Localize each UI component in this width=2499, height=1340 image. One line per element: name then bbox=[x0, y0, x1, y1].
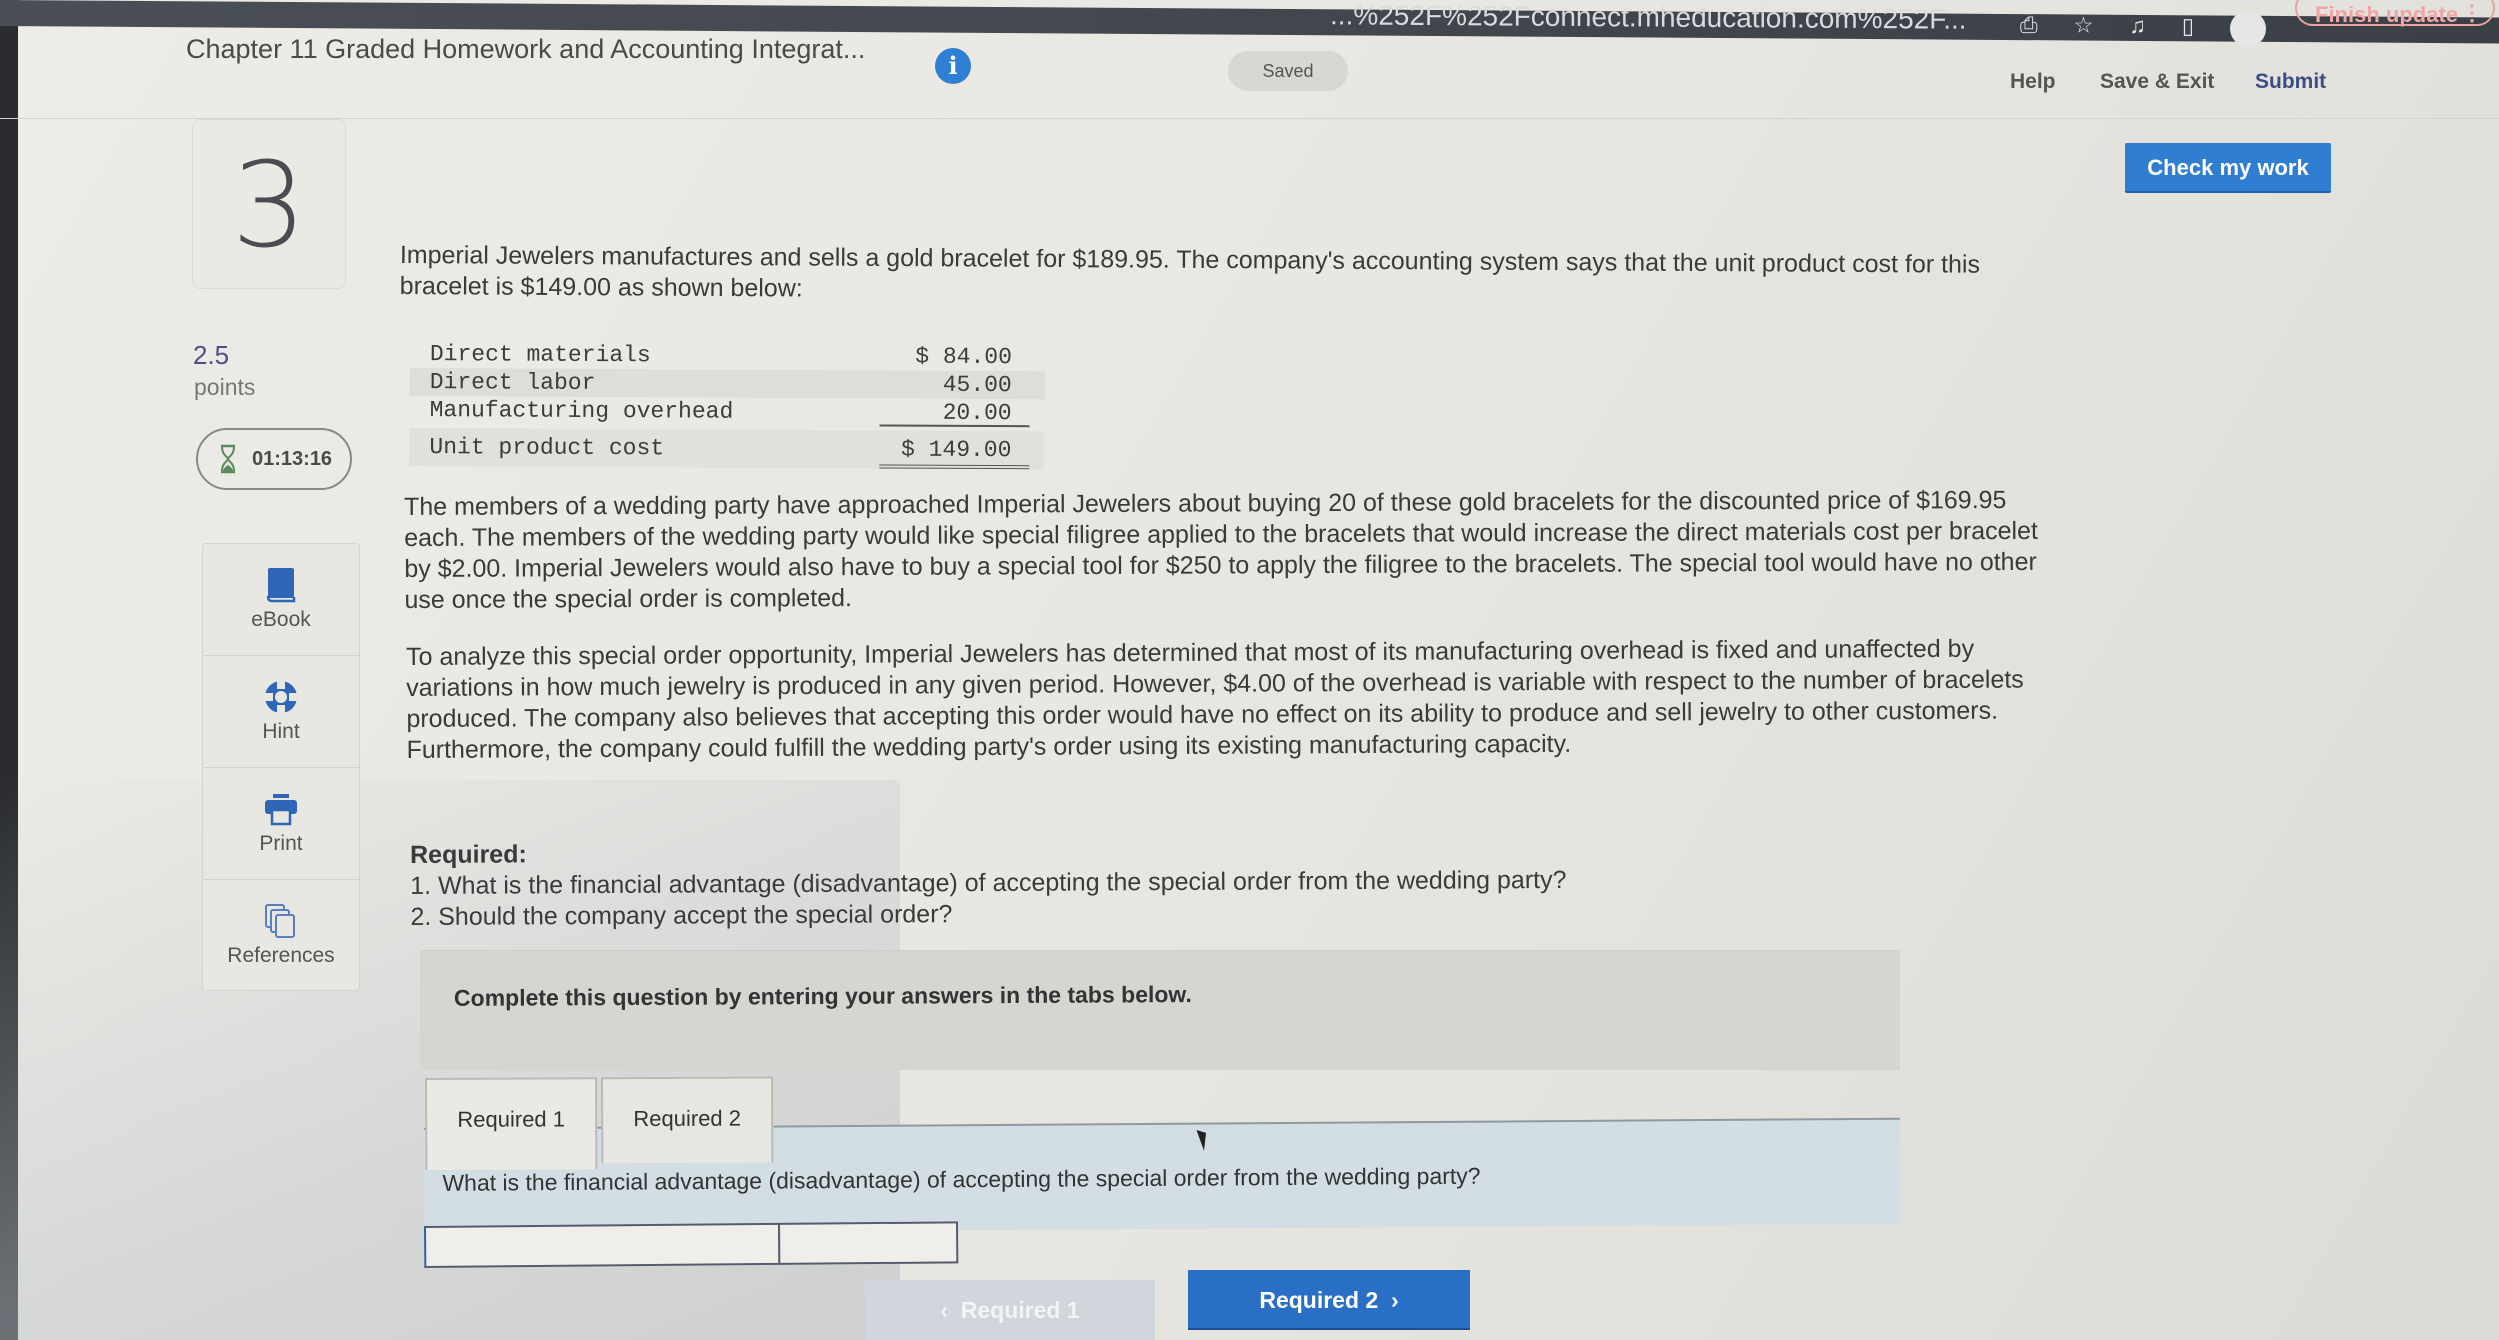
advantage-amount-input[interactable] bbox=[777, 1221, 959, 1265]
chevron-left-icon: ‹ bbox=[940, 1297, 961, 1323]
tools-panel: eBook Hint Print References bbox=[202, 543, 360, 991]
cost-label: Manufacturing overhead bbox=[429, 397, 734, 425]
browser-icons: ⎙ ☆ ♫ ▯ bbox=[2020, 10, 2266, 47]
points-value: 2.5 bbox=[193, 340, 230, 370]
answer-tabs: Required 1 Required 2 bbox=[425, 1076, 774, 1170]
header-divider bbox=[0, 118, 2499, 119]
references-label: References bbox=[227, 944, 335, 967]
lifebuoy-icon bbox=[265, 681, 297, 713]
address-bar-url[interactable]: ...%252F%252Fconnect.mheducation.com%252… bbox=[1330, 0, 1967, 36]
table-row-total: Unit product cost $ 149.00 bbox=[409, 427, 1045, 470]
cost-label: Direct materials bbox=[429, 341, 651, 369]
finish-update-label: Finish update bbox=[2315, 2, 2458, 27]
tab-required-2[interactable]: Required 2 bbox=[600, 1076, 774, 1164]
prev-required-button[interactable]: ‹ Required 1 bbox=[865, 1280, 1155, 1340]
prev-button-label: Required 1 bbox=[960, 1297, 1080, 1323]
advantage-label-select[interactable] bbox=[424, 1222, 781, 1268]
table-row: Direct materials $ 84.00 bbox=[410, 340, 1045, 371]
next-button-label: Required 2 bbox=[1259, 1287, 1379, 1313]
saved-status-badge: Saved bbox=[1228, 51, 1348, 91]
print-button[interactable]: Print bbox=[203, 768, 359, 880]
help-link[interactable]: Help bbox=[2010, 70, 2056, 94]
ebook-label: eBook bbox=[251, 608, 311, 631]
cost-table: Direct materials $ 84.00 Direct labor 45… bbox=[409, 340, 1045, 470]
chevron-right-icon: › bbox=[1378, 1287, 1399, 1313]
ebook-button[interactable]: eBook bbox=[203, 544, 359, 656]
save-exit-link[interactable]: Save & Exit bbox=[2100, 70, 2214, 94]
timer-badge: 01:13:16 bbox=[196, 428, 352, 490]
cost-amount: 45.00 bbox=[942, 371, 1012, 399]
printer-icon bbox=[265, 794, 297, 826]
timer-value: 01:13:16 bbox=[252, 447, 333, 470]
more-menu-icon[interactable]: ⋮ bbox=[2461, 0, 2483, 26]
required-item: 2. Should the company accept the special… bbox=[410, 900, 953, 931]
table-row: Direct labor 45.00 bbox=[409, 367, 1045, 400]
answer-row bbox=[424, 1221, 959, 1268]
bookmark-star-icon[interactable]: ☆ bbox=[2074, 12, 2094, 37]
check-my-work-button[interactable]: Check my work bbox=[2125, 143, 2331, 193]
sidebar-icon[interactable]: ▯ bbox=[2182, 13, 2194, 38]
documents-icon bbox=[265, 904, 295, 938]
hourglass-icon bbox=[221, 444, 235, 474]
info-icon[interactable]: i bbox=[935, 48, 971, 84]
print-label: Print bbox=[259, 832, 303, 855]
screen-edge bbox=[0, 0, 18, 1340]
required-section: Required: 1. What is the financial advan… bbox=[410, 833, 1810, 933]
references-button[interactable]: References bbox=[203, 880, 359, 990]
media-icon[interactable]: ♫ bbox=[2129, 13, 2146, 38]
instruction-text: Complete this question by entering your … bbox=[453, 981, 1192, 1011]
finish-update-button[interactable]: Finish update ⋮ bbox=[2295, 0, 2495, 27]
problem-paragraph-3: To analyze this special order opportunit… bbox=[406, 634, 2024, 764]
book-icon bbox=[266, 568, 296, 603]
cost-amount: $ 149.00 bbox=[879, 430, 1030, 470]
problem-intro: Imperial Jewelers manufactures and sells… bbox=[399, 240, 1981, 303]
points-label: points bbox=[194, 374, 256, 400]
next-required-button[interactable]: Required 2 › bbox=[1188, 1270, 1470, 1330]
cost-amount: $ 84.00 bbox=[915, 343, 1012, 371]
cost-amount: 20.00 bbox=[879, 398, 1030, 428]
question-number-box: 3 bbox=[192, 119, 346, 289]
question-number: 3 bbox=[231, 136, 307, 274]
profile-avatar[interactable] bbox=[2229, 10, 2266, 47]
hint-label: Hint bbox=[262, 720, 300, 743]
cost-label: Unit product cost bbox=[429, 434, 665, 462]
assignment-title: Chapter 11 Graded Homework and Accountin… bbox=[186, 34, 866, 64]
cost-label: Direct labor bbox=[429, 369, 596, 396]
instruction-box: Complete this question by entering your … bbox=[420, 950, 1900, 1070]
tab-required-1[interactable]: Required 1 bbox=[425, 1077, 598, 1170]
hint-button[interactable]: Hint bbox=[203, 656, 359, 768]
problem-paragraph-2: The members of a wedding party have appr… bbox=[404, 486, 2038, 614]
table-row: Manufacturing overhead 20.00 bbox=[410, 396, 1045, 428]
share-icon[interactable]: ⎙ bbox=[2020, 12, 2038, 37]
submit-link[interactable]: Submit bbox=[2255, 70, 2326, 94]
